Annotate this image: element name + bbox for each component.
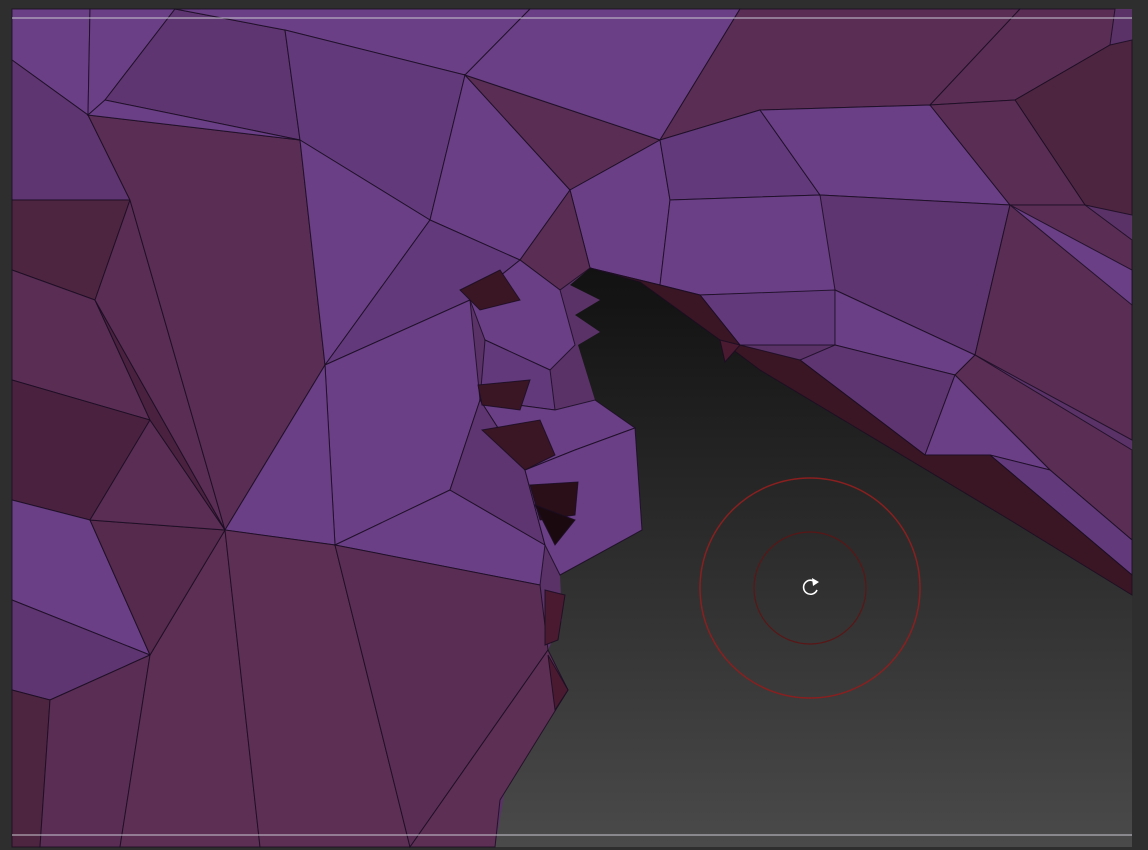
viewport-svg[interactable] — [0, 0, 1148, 850]
document-canvas[interactable] — [0, 0, 1148, 850]
